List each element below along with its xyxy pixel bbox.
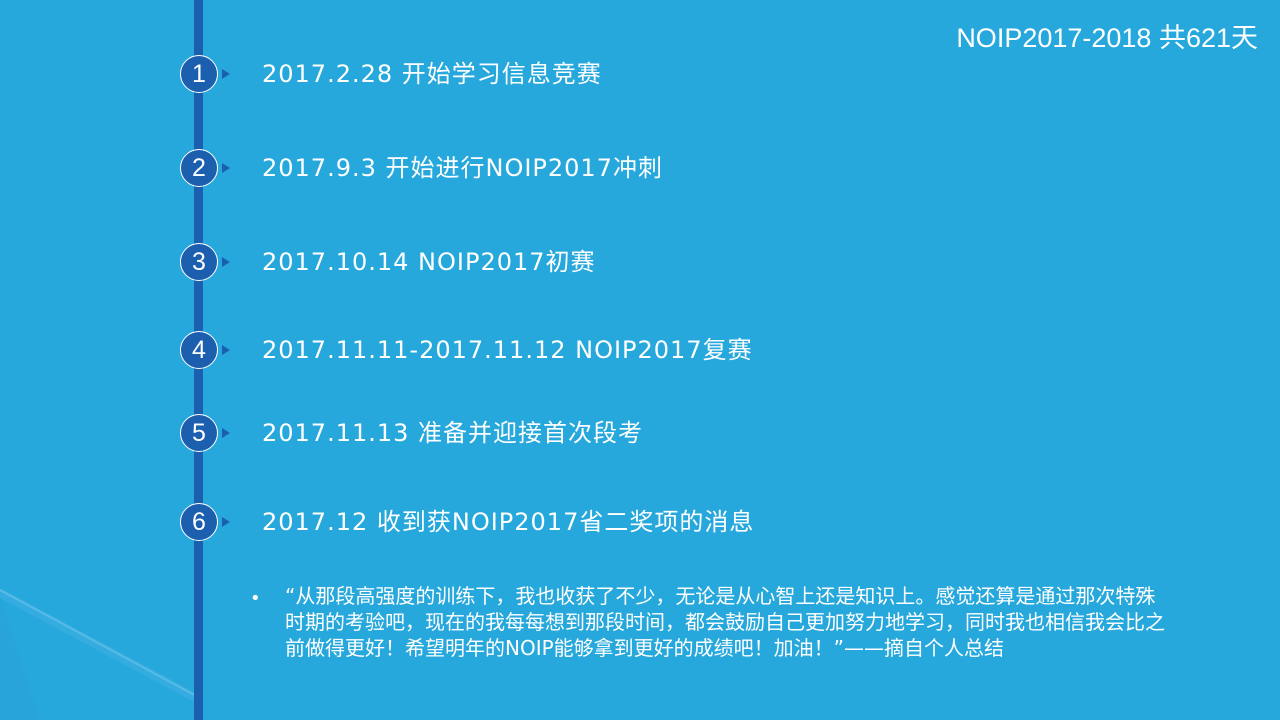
page-title: NOIP2017-2018 共621天 xyxy=(956,23,1258,53)
milestone-text: 2017.10.14 NOIP2017初赛 xyxy=(262,248,596,276)
milestone-1: 1 2017.2.28 开始学习信息竞赛 xyxy=(0,55,1000,95)
quote-bullet: • xyxy=(250,588,261,609)
milestone-text: 2017.2.28 开始学习信息竞赛 xyxy=(262,60,602,88)
milestone-text: 2017.11.11-2017.11.12 NOIP2017复赛 xyxy=(262,336,753,364)
milestone-6: 6 2017.12 收到获NOIP2017省二奖项的消息 xyxy=(0,503,1000,543)
milestone-text: 2017.9.3 开始进行NOIP2017冲刺 xyxy=(262,154,663,182)
milestone-number-badge: 3 xyxy=(180,243,218,281)
milestone-text: 2017.11.13 准备并迎接首次段考 xyxy=(262,419,644,447)
arrow-right-icon xyxy=(222,163,230,173)
milestone-number-badge: 4 xyxy=(180,331,218,369)
milestone-4: 4 2017.11.11-2017.11.12 NOIP2017复赛 xyxy=(0,331,1000,371)
arrow-right-icon xyxy=(222,257,230,267)
arrow-right-icon xyxy=(222,517,230,527)
milestone-number-badge: 1 xyxy=(180,55,218,93)
milestone-3: 3 2017.10.14 NOIP2017初赛 xyxy=(0,243,1000,283)
milestone-text: 2017.12 收到获NOIP2017省二奖项的消息 xyxy=(262,508,755,536)
arrow-right-icon xyxy=(222,69,230,79)
milestone-2: 2 2017.9.3 开始进行NOIP2017冲刺 xyxy=(0,149,1000,189)
arrow-right-icon xyxy=(222,345,230,355)
quote-text: “从那段高强度的训练下，我也收获了不少，无论是从心智上还是知识上。感觉还算是通过… xyxy=(285,584,1165,660)
milestone-number-badge: 6 xyxy=(180,503,218,541)
arrow-right-icon xyxy=(222,428,230,438)
milestone-5: 5 2017.11.13 准备并迎接首次段考 xyxy=(0,414,1000,454)
milestone-number-badge: 5 xyxy=(180,414,218,452)
milestone-number-badge: 2 xyxy=(180,149,218,187)
